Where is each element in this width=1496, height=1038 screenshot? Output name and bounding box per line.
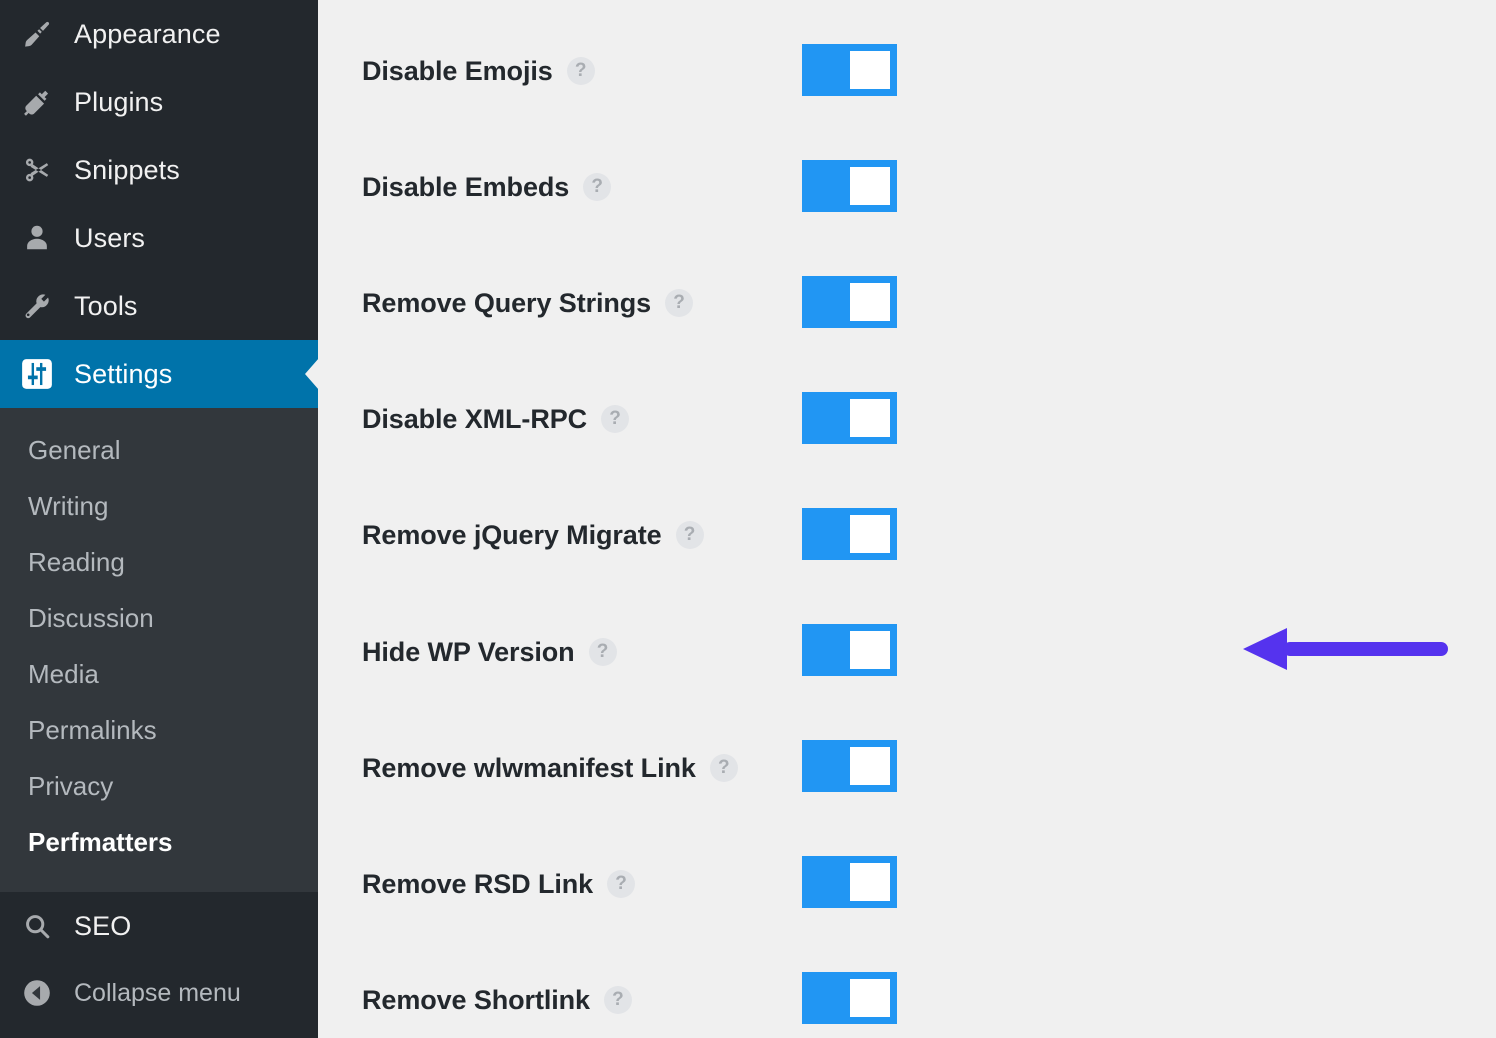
toggle-knob (850, 863, 890, 901)
sidebar-item-snippets[interactable]: Snippets (0, 136, 318, 204)
option-label: Disable Emojis (362, 55, 553, 86)
toggle-knob (850, 399, 890, 437)
toggle-knob (850, 979, 890, 1017)
sidebar-item-tools[interactable]: Tools (0, 272, 318, 340)
toggle-knob (850, 631, 890, 669)
submenu-item-privacy[interactable]: Privacy (0, 758, 318, 814)
perfmatters-options-panel: Disable Emojis ? Disable Embeds ? Remove… (318, 0, 1496, 1038)
option-row: Disable Embeds ? (362, 157, 1496, 217)
option-label: Remove wlwmanifest Link (362, 752, 696, 783)
help-question-icon[interactable]: ? (709, 754, 738, 782)
toggle-remove-query-strings[interactable] (802, 276, 897, 328)
toggle-disable-emojis[interactable] (802, 44, 897, 96)
option-label: Remove Query Strings (362, 287, 652, 318)
help-question-icon[interactable]: ? (601, 405, 630, 433)
sidebar-item-appearance[interactable]: Appearance (0, 0, 318, 68)
sidebar-item-users[interactable]: Users (0, 204, 318, 272)
option-label: Remove Shortlink (362, 984, 590, 1015)
sidebar-item-label: Snippets (74, 154, 180, 185)
settings-sliders-icon (18, 355, 56, 393)
submenu-item-permalinks[interactable]: Permalinks (0, 702, 318, 758)
help-question-icon[interactable]: ? (665, 289, 694, 317)
toggle-hide-wp-version[interactable] (802, 624, 897, 676)
sidebar-bottom-menu: SEO Collapse menu (0, 892, 318, 1026)
submenu-item-general[interactable]: General (0, 422, 318, 478)
option-row: Remove RSD Link ? (362, 854, 1496, 914)
wordpress-admin-screen: Appearance Plugins Snippets Users Tools … (0, 0, 1496, 1038)
toggle-disable-xml-rpc[interactable] (802, 392, 897, 444)
sidebar-item-label: Plugins (74, 86, 164, 117)
sidebar-item-seo[interactable]: SEO (0, 892, 318, 960)
option-row: Hide WP Version ? (362, 622, 1496, 682)
toggle-knob (850, 51, 890, 89)
submenu-item-discussion[interactable]: Discussion (0, 590, 318, 646)
wrench-icon (18, 287, 56, 325)
option-row: Disable Emojis ? (362, 41, 1496, 101)
help-question-icon[interactable]: ? (675, 521, 704, 549)
collapse-menu-button[interactable]: Collapse menu (0, 960, 318, 1026)
scissors-icon (18, 151, 56, 189)
collapse-menu-label: Collapse menu (74, 978, 241, 1007)
toggle-knob (850, 747, 890, 785)
admin-sidebar: Appearance Plugins Snippets Users Tools … (0, 0, 318, 1038)
search-magnifier-icon (18, 907, 56, 945)
toggle-knob (850, 515, 890, 553)
collapse-left-arrow-icon (18, 974, 56, 1012)
toggle-remove-wlwmanifest-link[interactable] (802, 740, 897, 792)
option-label: Disable Embeds (362, 171, 570, 202)
sidebar-item-settings[interactable]: Settings (0, 340, 318, 408)
submenu-item-reading[interactable]: Reading (0, 534, 318, 590)
help-question-icon[interactable]: ? (607, 870, 636, 898)
user-icon (18, 219, 56, 257)
toggle-remove-rsd-link[interactable] (802, 856, 897, 908)
option-row: Remove wlwmanifest Link ? (362, 738, 1496, 798)
toggle-knob (850, 167, 890, 205)
submenu-item-perfmatters[interactable]: Perfmatters (0, 814, 318, 870)
toggle-disable-embeds[interactable] (802, 160, 897, 212)
sidebar-item-label: Users (74, 222, 146, 253)
sidebar-item-label: Settings (74, 358, 173, 389)
submenu-item-media[interactable]: Media (0, 646, 318, 702)
sidebar-item-label: Tools (74, 290, 138, 321)
sidebar-item-label: Appearance (74, 18, 221, 49)
option-row: Remove Shortlink ? (362, 970, 1496, 1030)
option-row: Remove Query Strings ? (362, 273, 1496, 333)
submenu-item-writing[interactable]: Writing (0, 478, 318, 534)
option-label: Remove jQuery Migrate (362, 519, 662, 550)
toggle-knob (850, 283, 890, 321)
option-label: Remove RSD Link (362, 868, 594, 899)
toggle-remove-jquery-migrate[interactable] (802, 508, 897, 560)
option-row: Disable XML-RPC ? (362, 389, 1496, 449)
sidebar-item-label: SEO (74, 910, 132, 941)
option-label: Disable XML-RPC (362, 403, 588, 434)
toggle-remove-shortlink[interactable] (802, 972, 897, 1024)
help-question-icon[interactable]: ? (583, 173, 612, 201)
sidebar-top-menu: Appearance Plugins Snippets Users Tools … (0, 0, 318, 408)
sidebar-item-plugins[interactable]: Plugins (0, 68, 318, 136)
plug-icon (18, 83, 56, 121)
help-question-icon[interactable]: ? (588, 638, 617, 666)
settings-submenu: General Writing Reading Discussion Media… (0, 408, 318, 892)
help-question-icon[interactable]: ? (603, 986, 632, 1014)
option-row: Remove jQuery Migrate ? (362, 505, 1496, 565)
option-label: Hide WP Version (362, 636, 575, 667)
help-question-icon[interactable]: ? (566, 57, 595, 85)
paintbrush-icon (18, 15, 56, 53)
